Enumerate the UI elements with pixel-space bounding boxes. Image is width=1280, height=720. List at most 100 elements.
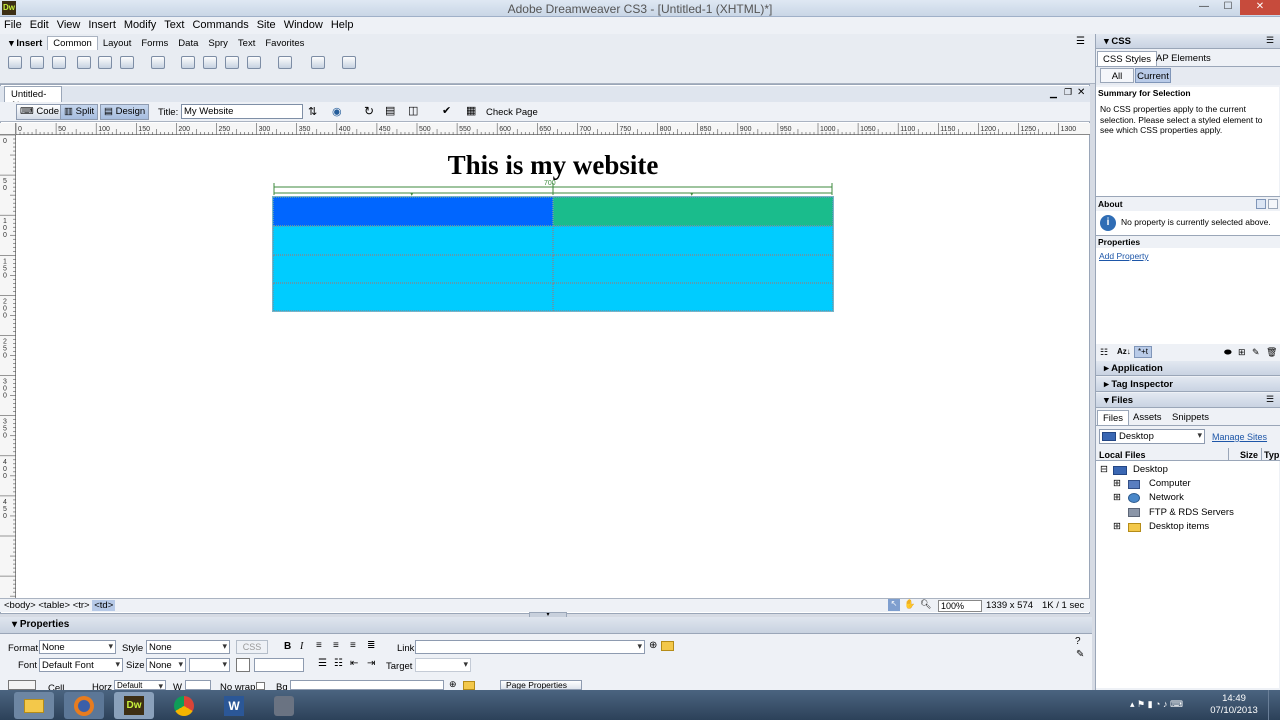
script-icon[interactable] (278, 56, 292, 69)
tree-item-desktop[interactable]: Desktop (1133, 464, 1168, 475)
explorer-taskbar-button[interactable] (14, 692, 54, 719)
templates-icon[interactable] (311, 56, 325, 69)
layout-table[interactable] (272, 196, 834, 312)
tab-text[interactable]: Text (233, 37, 260, 50)
ordered-list-icon[interactable]: ☷ (334, 658, 343, 669)
application-panel-header[interactable]: ▸ Application (1096, 361, 1280, 376)
page-heading[interactable]: This is my website (273, 150, 833, 181)
table-cell-r4-c2[interactable] (553, 283, 833, 311)
tab-files[interactable]: Files (1097, 410, 1130, 426)
size-column[interactable]: Size (1240, 450, 1258, 460)
manage-sites-link[interactable]: Manage Sites (1212, 432, 1267, 442)
head-icon[interactable] (247, 56, 261, 69)
menu-edit[interactable]: Edit (26, 17, 53, 31)
validate-markup-icon[interactable]: ✔ (442, 104, 451, 117)
tab-forms[interactable]: Forms (136, 37, 173, 50)
size-select[interactable]: None (146, 658, 186, 672)
doc-minimize-icon[interactable]: ▁ (1050, 88, 1057, 99)
tree-expand-network[interactable]: ⊞ (1113, 492, 1121, 503)
set-properties-view-icon[interactable]: *+t (1134, 346, 1152, 358)
check-page-button[interactable]: Check Page (486, 107, 538, 118)
indent-icon[interactable]: ⇥ (367, 658, 375, 669)
preview-in-browser-icon[interactable]: ◉ (332, 105, 342, 118)
recorder-taskbar-button[interactable] (264, 692, 304, 719)
type-column[interactable]: Typ (1264, 450, 1279, 460)
tag-inspector-panel-header[interactable]: ▸ Tag Inspector (1096, 377, 1280, 392)
tree-expand-computer[interactable]: ⊞ (1113, 478, 1121, 489)
quick-tag-editor-icon[interactable]: ✎ (1076, 649, 1084, 660)
horz-select[interactable]: Default (114, 680, 166, 690)
files-panel-header[interactable]: ▾ Files (1096, 393, 1280, 408)
server-side-include-icon[interactable] (203, 56, 217, 69)
show-information-icon[interactable] (1256, 199, 1266, 209)
tab-assets[interactable]: Assets (1128, 410, 1167, 425)
maximize-button[interactable]: ☐ (1216, 0, 1240, 15)
file-management-icon[interactable]: ⇅ (308, 105, 317, 118)
tab-css-styles[interactable]: CSS Styles (1097, 51, 1158, 67)
tree-expand-desktop-items[interactable]: ⊞ (1113, 521, 1121, 532)
code-view-button[interactable]: ⌨ Code (16, 104, 64, 120)
add-property-link[interactable]: Add Property (1099, 251, 1149, 261)
files-panel-options-icon[interactable]: ☰ (1266, 394, 1274, 405)
bold-button[interactable]: B (284, 641, 291, 652)
table-icon[interactable] (77, 56, 91, 69)
menu-text[interactable]: Text (160, 17, 188, 31)
menu-modify[interactable]: Modify (120, 17, 160, 31)
bg-point-to-file-icon[interactable]: ⊕ (449, 679, 457, 690)
tab-layout[interactable]: Layout (98, 37, 137, 50)
word-taskbar-button[interactable]: W (214, 692, 254, 719)
table-cell-r1-c1[interactable] (273, 197, 553, 226)
outdent-icon[interactable]: ⇤ (350, 658, 358, 669)
attach-stylesheet-icon[interactable]: ⬬ (1224, 347, 1232, 358)
tray-icons[interactable]: ▴ ⚑ ▮ ◔ ♪ ⌨ (1130, 699, 1183, 710)
css-panel-header[interactable]: ▾ CSS (1096, 34, 1280, 49)
check-page-icon[interactable]: ▦ (466, 104, 476, 117)
local-files-column[interactable]: Local Files (1099, 450, 1146, 460)
edit-style-icon[interactable]: ✎ (1252, 347, 1260, 358)
tag-table[interactable]: <table> (38, 600, 70, 611)
zoom-select[interactable]: 100% (938, 600, 982, 612)
view-options-icon[interactable]: ▤ (385, 104, 395, 117)
tab-favorites[interactable]: Favorites (260, 37, 309, 50)
table-cell-r2-c2[interactable] (553, 226, 833, 255)
menu-insert[interactable]: Insert (84, 17, 120, 31)
css-panel-options-icon[interactable]: ☰ (1266, 35, 1274, 46)
css-all-button[interactable]: All (1100, 68, 1134, 83)
table-cell-r3-c2[interactable] (553, 255, 833, 283)
align-left-icon[interactable]: ≡ (316, 640, 322, 651)
css-current-button[interactable]: Current (1135, 68, 1171, 83)
zoom-tool-icon[interactable]: 🔍︎ (920, 599, 931, 610)
cell-width-input[interactable] (185, 680, 211, 690)
select-tool-icon[interactable]: ↖ (888, 599, 900, 611)
target-select[interactable] (415, 658, 471, 672)
tree-item-computer[interactable]: Computer (1149, 478, 1191, 489)
email-link-icon[interactable] (30, 56, 44, 69)
align-right-icon[interactable]: ≡ (350, 640, 356, 651)
table-cell-r1-c2[interactable] (553, 197, 833, 226)
window-size-readout[interactable]: 1339 x 574 (986, 600, 1033, 611)
bg-browse-folder-icon[interactable] (463, 681, 475, 690)
page-properties-button[interactable]: Page Properties (500, 680, 582, 690)
show-cascade-icon[interactable] (1268, 199, 1278, 209)
firefox-taskbar-button[interactable] (64, 692, 104, 719)
image-icon[interactable] (120, 56, 134, 69)
size-unit-select[interactable] (189, 658, 230, 672)
refresh-icon[interactable]: ↻ (364, 104, 374, 118)
bg-image-input[interactable] (290, 680, 444, 690)
doc-restore-icon[interactable]: ❐ (1064, 87, 1072, 98)
italic-button[interactable]: I (300, 641, 303, 652)
menu-window[interactable]: Window (280, 17, 327, 31)
tab-snippets[interactable]: Snippets (1167, 410, 1214, 425)
table-cell-r2-c1[interactable] (273, 226, 553, 255)
point-to-file-icon[interactable]: ⊕ (649, 640, 657, 651)
cell-merge-icon[interactable] (8, 680, 36, 690)
tag-tr[interactable]: <tr> (73, 600, 90, 611)
justify-icon[interactable]: ≣ (367, 640, 375, 651)
hand-tool-icon[interactable]: ✋ (904, 599, 915, 610)
tag-td[interactable]: <td> (92, 600, 116, 611)
no-wrap-checkbox[interactable] (256, 682, 265, 690)
tab-common[interactable]: Common (47, 36, 98, 50)
tree-item-ftp-rds-servers[interactable]: FTP & RDS Servers (1149, 507, 1234, 518)
chrome-taskbar-button[interactable] (164, 692, 204, 719)
system-clock[interactable]: 14:49 07/10/2013 (1206, 693, 1262, 717)
